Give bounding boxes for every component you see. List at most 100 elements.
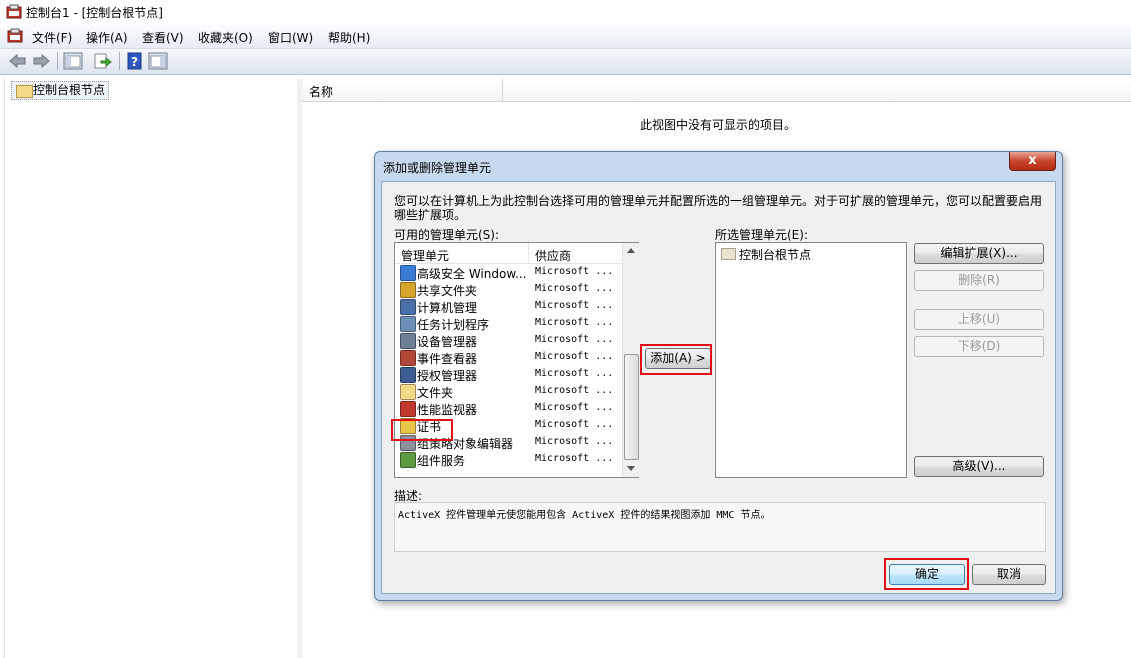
list-item[interactable]: 设备管理器 Microsoft ... bbox=[395, 332, 622, 349]
menu-window[interactable]: 窗口(W) bbox=[268, 29, 313, 46]
system-menu-icon[interactable] bbox=[7, 28, 23, 43]
header-snapin[interactable]: 管理单元 bbox=[401, 247, 449, 264]
shared-folder-icon bbox=[400, 282, 416, 298]
list-item[interactable]: 文件夹 Microsoft ... bbox=[395, 383, 622, 400]
snapin-name: 任务计划程序 bbox=[417, 318, 490, 332]
close-button[interactable]: x bbox=[1009, 152, 1056, 171]
snapin-vendor: Microsoft ... bbox=[535, 283, 614, 294]
toolbar-separator bbox=[57, 52, 58, 70]
snapin-vendor: Microsoft ... bbox=[535, 266, 614, 277]
annotation-highlight-ok bbox=[884, 558, 969, 590]
list-item[interactable]: 授权管理器 Microsoft ... bbox=[395, 366, 622, 383]
selected-item-label: 控制台根节点 bbox=[739, 248, 812, 262]
show-hide-tree-icon[interactable] bbox=[63, 52, 83, 70]
window-title: 控制台1 - [控制台根节点] bbox=[26, 6, 163, 20]
snapin-name: 共享文件夹 bbox=[417, 284, 478, 298]
scroll-down-icon[interactable] bbox=[627, 466, 635, 471]
dialog-title: 添加或删除管理单元 bbox=[383, 161, 492, 175]
close-icon: x bbox=[1028, 153, 1037, 168]
export-list-icon[interactable] bbox=[92, 52, 112, 70]
snapin-name: 文件夹 bbox=[417, 386, 454, 400]
performance-monitor-icon bbox=[400, 401, 416, 417]
menu-help[interactable]: 帮助(H) bbox=[328, 29, 370, 46]
help-icon[interactable]: ? bbox=[125, 52, 145, 70]
folder-icon bbox=[400, 384, 416, 400]
scroll-up-icon[interactable] bbox=[627, 248, 635, 253]
intro-text-line1: 您可以在计算机上为此控制台选择可用的管理单元并配置所选的一组管理单元。对于可扩展… bbox=[394, 194, 1043, 208]
menu-action[interactable]: 操作(A) bbox=[86, 29, 128, 46]
show-hide-action-pane-icon[interactable] bbox=[148, 52, 168, 70]
snapin-name: 事件查看器 bbox=[417, 352, 478, 366]
list-header: 管理单元 供应商 bbox=[395, 243, 622, 264]
console-tree-pane: 控制台根节点 bbox=[4, 79, 298, 658]
list-item[interactable]: 任务计划程序 Microsoft ... bbox=[395, 315, 622, 332]
edit-extensions-button[interactable]: 编辑扩展(X)... bbox=[914, 243, 1044, 264]
header-vendor[interactable]: 供应商 bbox=[535, 247, 571, 264]
mmc-app-icon bbox=[6, 4, 22, 19]
list-item[interactable]: 计算机管理 Microsoft ... bbox=[395, 298, 622, 315]
tree-item-console-root[interactable]: 控制台根节点 bbox=[11, 81, 110, 100]
event-viewer-icon bbox=[400, 350, 416, 366]
snapin-vendor: Microsoft ... bbox=[535, 317, 614, 328]
snapin-vendor: Microsoft ... bbox=[535, 385, 614, 396]
snapin-name: 计算机管理 bbox=[417, 301, 478, 315]
device-manager-icon bbox=[400, 333, 416, 349]
snapin-vendor: Microsoft ... bbox=[535, 334, 614, 345]
toolbar: ? bbox=[0, 49, 1131, 75]
snapin-name: 性能监视器 bbox=[417, 403, 478, 417]
list-item[interactable]: 共享文件夹 Microsoft ... bbox=[395, 281, 622, 298]
firewall-icon bbox=[400, 265, 416, 281]
column-header-name[interactable]: 名称 bbox=[309, 83, 333, 100]
snapin-name: 高级安全 Window... bbox=[417, 267, 527, 281]
component-services-icon bbox=[400, 452, 416, 468]
toolbar-separator bbox=[119, 52, 120, 70]
dialog-body: 您可以在计算机上为此控制台选择可用的管理单元并配置所选的一组管理单元。对于可扩展… bbox=[381, 181, 1056, 594]
menu-favorites[interactable]: 收藏夹(O) bbox=[198, 29, 253, 46]
authorization-icon bbox=[400, 367, 416, 383]
remove-button[interactable]: 删除(R) bbox=[914, 270, 1044, 291]
list-item[interactable]: 性能监视器 Microsoft ... bbox=[395, 400, 622, 417]
tree-item-label: 控制台根节点 bbox=[33, 83, 106, 97]
menu-file[interactable]: 文件(F) bbox=[32, 29, 72, 46]
snapin-vendor: Microsoft ... bbox=[535, 402, 614, 413]
menu-view[interactable]: 查看(V) bbox=[142, 29, 184, 46]
snapin-vendor: Microsoft ... bbox=[535, 368, 614, 379]
available-snapins-list[interactable]: 管理单元 供应商 高级安全 Window... Microsoft ... 共享文件… bbox=[394, 242, 639, 478]
available-snapins-label: 可用的管理单元(S): bbox=[394, 228, 500, 242]
list-scrollbar[interactable] bbox=[622, 243, 639, 477]
empty-view-message: 此视图中没有可显示的项目。 bbox=[640, 118, 797, 132]
list-item[interactable]: 组件服务 Microsoft ... bbox=[395, 451, 622, 468]
description-box: ActiveX 控件管理单元使您能用包含 ActiveX 控件的结果视图添加 M… bbox=[394, 502, 1046, 552]
add-remove-snapins-dialog: 添加或删除管理单元 x 您可以在计算机上为此控制台选择可用的管理单元并配置所选的… bbox=[374, 151, 1063, 601]
folder-icon bbox=[16, 85, 33, 98]
header-divider[interactable] bbox=[528, 243, 529, 263]
snapin-name: 组件服务 bbox=[417, 454, 466, 468]
move-up-button[interactable]: 上移(U) bbox=[914, 309, 1044, 330]
snapin-vendor: Microsoft ... bbox=[535, 453, 614, 464]
snapin-vendor: Microsoft ... bbox=[535, 300, 614, 311]
move-down-button[interactable]: 下移(D) bbox=[914, 336, 1044, 357]
advanced-button[interactable]: 高级(V)... bbox=[914, 456, 1044, 477]
list-item[interactable]: 高级安全 Window... Microsoft ... bbox=[395, 264, 622, 281]
back-arrow-icon[interactable] bbox=[8, 52, 28, 70]
selected-snapins-label: 所选管理单元(E): bbox=[715, 228, 808, 242]
scroll-thumb[interactable] bbox=[624, 354, 639, 460]
folder-icon bbox=[721, 248, 736, 260]
snapin-vendor: Microsoft ... bbox=[535, 351, 614, 362]
snapin-vendor: Microsoft ... bbox=[535, 436, 614, 447]
snapin-name: 授权管理器 bbox=[417, 369, 478, 383]
column-divider[interactable] bbox=[502, 79, 503, 101]
snapin-vendor: Microsoft ... bbox=[535, 419, 614, 430]
list-item[interactable]: 事件查看器 Microsoft ... bbox=[395, 349, 622, 366]
computer-management-icon bbox=[400, 299, 416, 315]
intro-text-line2: 哪些扩展项。 bbox=[394, 208, 467, 222]
annotation-highlight-certificates bbox=[391, 419, 453, 441]
description-text: ActiveX 控件管理单元使您能用包含 ActiveX 控件的结果视图添加 M… bbox=[398, 510, 771, 521]
annotation-highlight-add bbox=[640, 344, 712, 375]
forward-arrow-icon[interactable] bbox=[31, 52, 51, 70]
clock-icon bbox=[400, 316, 416, 332]
svg-text:?: ? bbox=[131, 55, 138, 69]
snapin-name: 设备管理器 bbox=[417, 335, 478, 349]
selected-snapins-list[interactable]: 控制台根节点 bbox=[715, 242, 907, 478]
cancel-button[interactable]: 取消 bbox=[972, 564, 1046, 585]
